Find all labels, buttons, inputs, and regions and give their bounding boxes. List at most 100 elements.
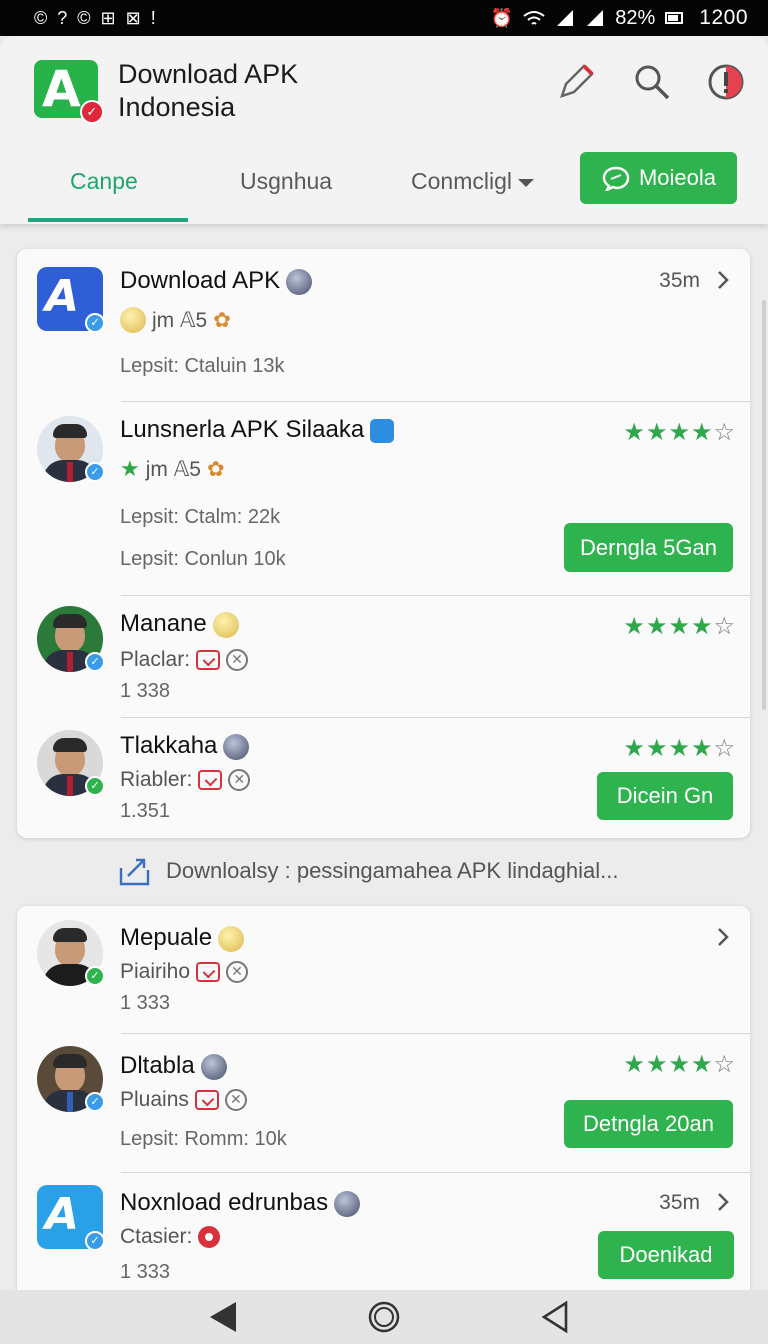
item-title: Noxnload edrunbas — [120, 1189, 329, 1216]
item-title-row: Dltabla — [120, 1052, 227, 1080]
item-title: Dltabla — [120, 1052, 195, 1079]
item-count: 1 333 — [120, 992, 171, 1014]
wifi-icon — [523, 11, 545, 25]
item-meta-text: Placlar: — [120, 648, 191, 671]
list-item[interactable]: ✓ Lunsnerla APK Silaaka ★ jm 𝔸5 ✿ Lepsit… — [17, 402, 750, 595]
verified-icon: ✓ — [85, 966, 105, 986]
item-count: 1.351 — [120, 800, 171, 822]
item-count: 1 338 — [120, 680, 171, 702]
item-meta-text: jm 𝔸5 — [145, 457, 201, 481]
notification-icon-3: © — [77, 8, 91, 28]
item-meta: Piairiho ✕ — [120, 960, 249, 984]
alert-icon[interactable] — [706, 62, 746, 102]
download-note[interactable]: Downloalsy : pessingamahea APK lindaghia… — [118, 856, 619, 886]
rating-filled: ★★★★ — [623, 419, 714, 446]
list-item[interactable]: ✓ Manane Placlar: ✕ 1 338 ★★★★☆ — [17, 596, 750, 717]
star-icon: ★ — [120, 456, 140, 481]
scrollbar[interactable] — [762, 300, 766, 710]
avatar: ✓ — [37, 1046, 105, 1112]
check-badge-icon: ✓ — [80, 100, 104, 124]
list-item[interactable]: ✓ Dltabla Pluains ✕ Lepsit: Romm: 10k ★★… — [17, 1034, 750, 1172]
app-icon: A ✓ — [37, 267, 105, 333]
rating-empty: ☆ — [713, 419, 736, 446]
home-icon[interactable] — [367, 1300, 401, 1334]
list-item[interactable]: ✓ Tlakkaha Riabler: ✕ 1.351 ★★★★☆ Dicein… — [17, 718, 750, 838]
item-title-row: Tlakkaha — [120, 732, 250, 760]
item-time: 35m — [659, 1191, 700, 1214]
emoji-icon — [218, 925, 245, 952]
rating-stars: ★★★★☆ — [623, 612, 736, 641]
chevron-right-icon[interactable] — [712, 1191, 734, 1213]
tab-conmcligl-label: Conmcligl — [411, 168, 512, 194]
tab-conmcligl-dropdown[interactable]: Conmcligl — [411, 168, 534, 195]
rating-filled: ★★★★ — [623, 735, 714, 762]
rating-empty: ☆ — [713, 613, 736, 640]
app-list-card-1: A ✓ Download APK jm 𝔸5 ✿ Lepsit: Ctaluin… — [17, 249, 750, 838]
system-nav-bar — [0, 1290, 768, 1344]
chevron-right-icon[interactable] — [712, 269, 734, 291]
item-title: Mepuale — [120, 924, 213, 951]
item-stats: Lepsit: Ctalm: 22k — [120, 506, 281, 528]
blue-badge-icon — [370, 418, 395, 443]
note-text: Downloalsy : pessingamahea APK lindaghia… — [166, 858, 619, 883]
back-icon[interactable] — [206, 1300, 240, 1334]
item-meta-text: Piairiho — [120, 960, 191, 983]
tab-bar: Canpe Usgnhua Conmcligl Moieola — [0, 152, 768, 224]
item-meta: ★ jm 𝔸5 ✿ — [120, 456, 225, 482]
item-title-row: Manane — [120, 610, 239, 638]
gear-icon: ✿ — [213, 308, 231, 332]
moieola-button[interactable]: Moieola — [580, 152, 737, 204]
search-icon[interactable] — [632, 62, 672, 102]
item-title: Manane — [120, 610, 207, 637]
avatar: ✓ — [37, 730, 105, 796]
download-button[interactable]: Dicein Gn — [597, 772, 733, 820]
notification-icon-2: ? — [57, 8, 68, 28]
rating-stars: ★★★★☆ — [623, 734, 736, 763]
app-title: Download APK Indonesia — [118, 59, 299, 122]
verified-icon: ✓ — [85, 313, 105, 333]
tab-usgnhua[interactable]: Usgnhua — [240, 168, 332, 195]
chevron-right-icon[interactable] — [712, 926, 734, 948]
rating-filled: ★★★★ — [623, 1051, 714, 1078]
item-meta-text: Riabler: — [120, 768, 193, 791]
item-meta: Pluains ✕ — [120, 1088, 247, 1112]
tv-badge-icon — [196, 962, 221, 982]
list-item[interactable]: ✓ Mepuale Piairiho ✕ 1 333 — [17, 906, 750, 1033]
app-logo: A ✓ — [34, 60, 104, 124]
tab-canpe[interactable]: Canpe — [70, 168, 138, 195]
download-button[interactable]: Doenikad — [598, 1231, 734, 1279]
list-item[interactable]: A ✓ Noxnload edrunbas Ctasier: 1 333 35m… — [17, 1173, 750, 1290]
item-stats: Lepsit: Ctaluin 13k — [120, 355, 285, 377]
record-icon — [198, 1226, 221, 1248]
download-button[interactable]: Detngla 20an — [564, 1100, 733, 1148]
clock: 1200 — [699, 6, 748, 29]
verified-icon: ✓ — [85, 652, 105, 672]
verified-icon: ✓ — [85, 462, 105, 482]
alarm-icon: ⏰ — [490, 8, 514, 28]
notification-icons: © ? © ⊞ ⊠ ! — [34, 9, 156, 27]
signal-icon — [557, 10, 574, 26]
circle-x-icon: ✕ — [228, 769, 251, 791]
emoji-icon — [286, 268, 313, 295]
list-item[interactable]: A ✓ Download APK jm 𝔸5 ✿ Lepsit: Ctaluin… — [17, 249, 750, 401]
avatar: ✓ — [37, 920, 105, 986]
rating-empty: ☆ — [713, 1051, 736, 1078]
signal-icon-2 — [587, 10, 604, 26]
item-meta-text: Ctasier: — [120, 1225, 193, 1248]
avatar: ✓ — [37, 416, 105, 482]
item-title: Tlakkaha — [120, 732, 218, 759]
circle-x-icon: ✕ — [226, 649, 249, 671]
circle-x-icon: ✕ — [226, 961, 249, 983]
emoji-icon — [200, 1053, 227, 1080]
battery-icon — [665, 12, 684, 24]
app-header: A ✓ Download APK Indonesia Canpe Usgnhua… — [0, 36, 768, 224]
item-meta-text: jm 𝔸5 — [152, 308, 208, 332]
item-stats: Lepsit: Romm: 10k — [120, 1128, 287, 1150]
verified-icon: ✓ — [85, 776, 105, 796]
emoji-icon — [120, 307, 146, 333]
recents-icon[interactable] — [540, 1300, 574, 1334]
edit-pen-icon[interactable] — [556, 62, 596, 102]
download-button[interactable]: Derngla 5Gan — [564, 523, 733, 572]
rating-stars: ★★★★☆ — [623, 418, 736, 447]
battery-percent: 82% — [615, 6, 656, 29]
